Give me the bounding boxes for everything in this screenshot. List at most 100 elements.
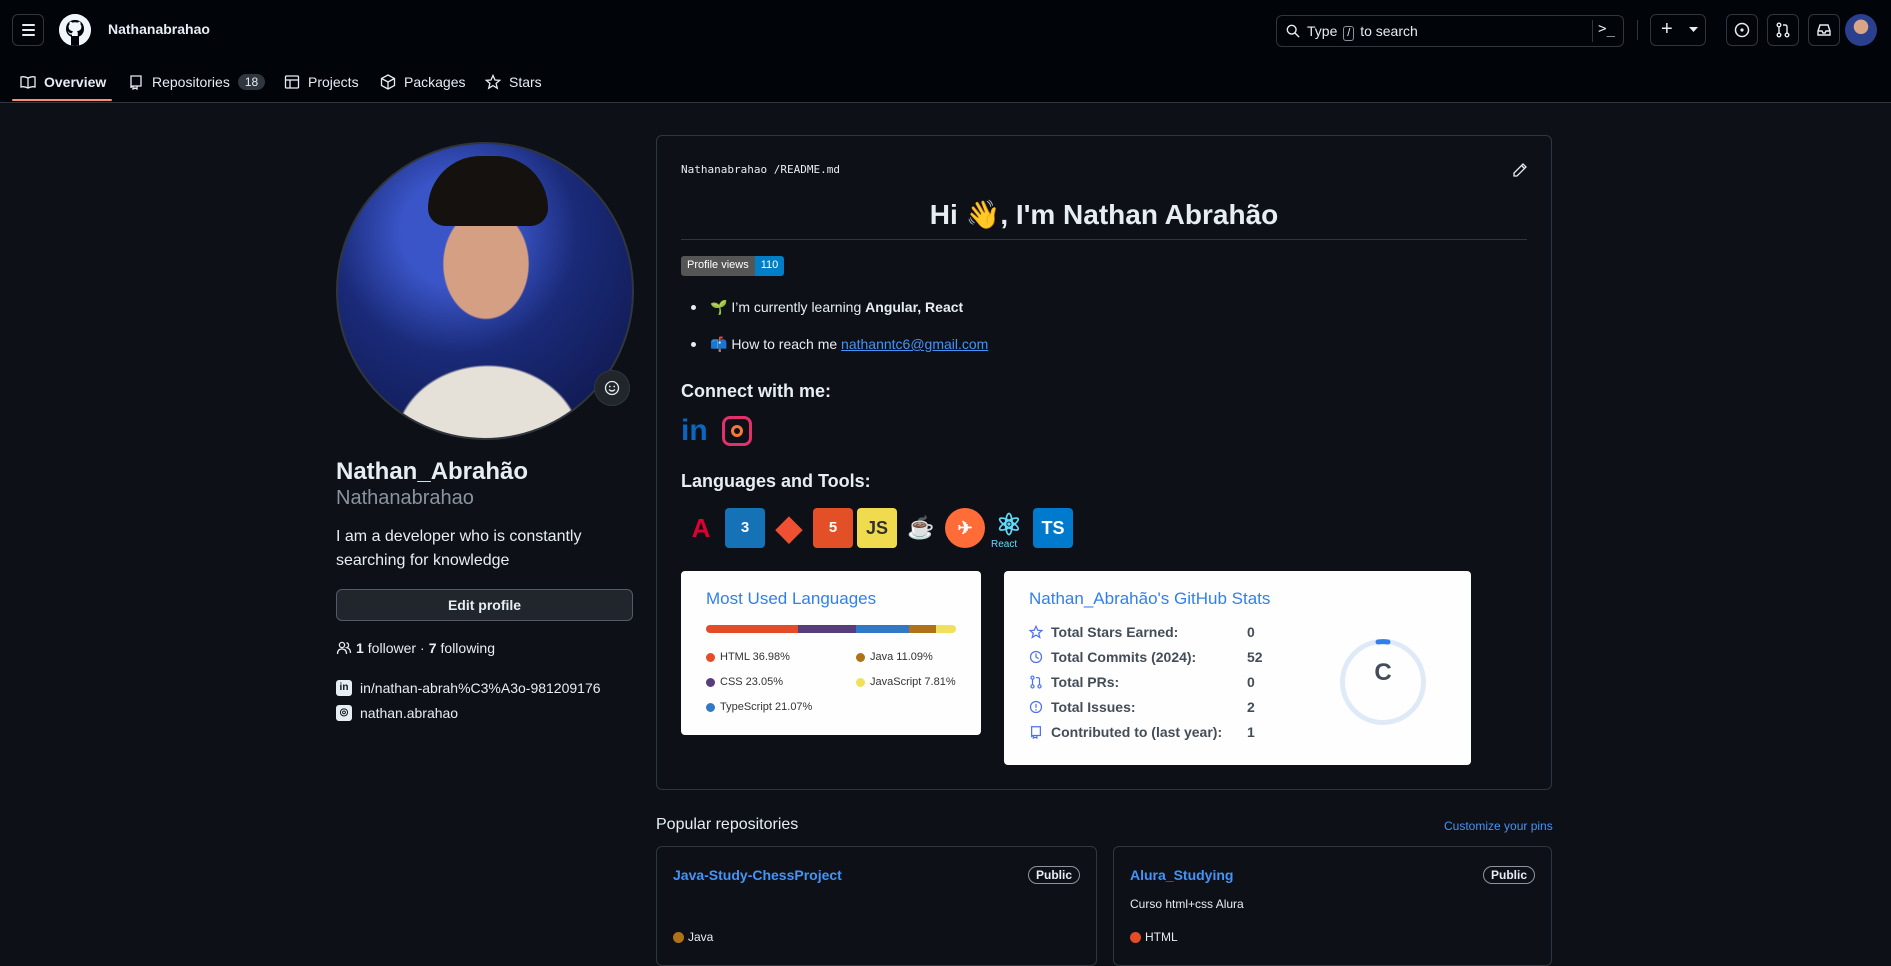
legend-label-html: HTML 36.98% <box>720 651 790 663</box>
stat-value-stars: 0 <box>1247 624 1255 640</box>
readme-path-file[interactable]: README.md <box>780 163 840 176</box>
connect-heading: Connect with me: <box>681 381 832 401</box>
repo-icon <box>130 75 142 90</box>
following-count[interactable]: 7 <box>429 640 437 656</box>
people-icon <box>336 641 352 655</box>
language-bar-segment-html <box>706 625 799 633</box>
issue-opened-icon <box>1734 22 1750 38</box>
star-icon <box>485 74 501 90</box>
followers-label[interactable]: follower <box>368 640 416 656</box>
git-icon[interactable]: ◆ <box>769 508 809 548</box>
history-icon <box>1029 650 1043 664</box>
languages-progress-bar <box>706 625 956 633</box>
active-tab-indicator <box>12 99 112 101</box>
angular-icon[interactable]: A <box>681 508 721 548</box>
linkedin-link-text[interactable]: in/nathan-abrah%C3%A3o-981209176 <box>360 680 601 696</box>
stat-value-contributed: 1 <box>1247 724 1255 740</box>
pull-requests-button[interactable] <box>1767 14 1799 46</box>
stat-label-stars: Total Stars Earned: <box>1051 624 1179 640</box>
star-icon <box>1029 625 1043 639</box>
language-legend-typescript: TypeScript 21.07% <box>706 701 812 713</box>
chevron-down-icon <box>1689 27 1698 32</box>
language-bar-segment-typescript <box>856 625 909 633</box>
set-status-button[interactable] <box>594 370 630 406</box>
postman-icon[interactable]: ✈ <box>945 508 985 548</box>
linkedin-icon: in <box>336 680 352 696</box>
language-bar-segment-javascript <box>936 625 956 633</box>
profile-avatar[interactable] <box>336 142 634 440</box>
search-placeholder-suffix: to search <box>1360 23 1418 39</box>
tab-stars-label: Stars <box>509 74 542 90</box>
stat-row-issues: Total Issues: <box>1029 699 1136 715</box>
search-input[interactable]: Type / to search >_ <box>1276 15 1624 47</box>
language-color-dot <box>673 931 684 943</box>
search-placeholder: Type / to search <box>1307 23 1418 41</box>
search-shortcut-key: / <box>1343 26 1355 41</box>
readme-title: Hi 👋, I'm Nathan Abrahão <box>929 199 1279 230</box>
repo-language-name: HTML <box>1145 930 1178 944</box>
social-link-instagram[interactable]: ◎ nathan.abrahao <box>336 705 458 721</box>
header-separator <box>1637 20 1638 40</box>
command-palette-icon[interactable]: >_ <box>1598 21 1615 37</box>
repo-language: Java <box>673 930 713 944</box>
tab-packages[interactable]: Packages <box>380 70 465 94</box>
customize-pins-link[interactable]: Customize your pins <box>1444 819 1553 833</box>
social-link-linkedin[interactable]: in in/nathan-abrah%C3%A3o-981209176 <box>336 680 601 696</box>
repo-name-link[interactable]: Java-Study-ChessProject <box>673 867 842 883</box>
edit-profile-button[interactable]: Edit profile <box>336 589 633 621</box>
tab-stars[interactable]: Stars <box>485 70 542 94</box>
repositories-count: 18 <box>237 74 266 90</box>
plus-icon: + <box>1661 18 1673 40</box>
linkedin-icon[interactable]: in <box>681 414 715 448</box>
avatar-hair <box>428 156 548 226</box>
profile-bio: I am a developer who is constantly searc… <box>336 528 582 569</box>
legend-dot <box>856 677 865 687</box>
readme-path: Nathanabrahao /README.md <box>681 163 840 176</box>
issues-button[interactable] <box>1726 14 1758 46</box>
learning-value: Angular, React <box>865 299 964 315</box>
profile-readme: Nathanabrahao /README.md Hi 👋, I'm Natha… <box>656 135 1552 790</box>
html5-icon[interactable]: 5 <box>813 508 853 548</box>
java-icon[interactable]: ☕ <box>901 508 941 548</box>
header-username[interactable]: Nathanabrahao <box>108 21 210 37</box>
user-avatar[interactable] <box>1845 14 1877 46</box>
typescript-icon[interactable]: TS <box>1033 508 1073 548</box>
instagram-icon[interactable] <box>722 416 752 446</box>
tab-projects[interactable]: Projects <box>284 70 359 94</box>
follow-separator: · <box>420 640 425 656</box>
repo-icon <box>1031 726 1041 739</box>
stat-value-issues: 2 <box>1247 699 1255 715</box>
followers-count[interactable]: 1 <box>356 640 364 656</box>
readme-title-divider <box>681 239 1527 240</box>
search-divider <box>1592 20 1593 42</box>
email-link[interactable]: nathanntc6@gmail.com <box>841 336 988 352</box>
css3-icon[interactable]: 3 <box>725 508 765 548</box>
javascript-icon[interactable]: JS <box>857 508 897 548</box>
top-languages-title: Most Used Languages <box>706 589 877 608</box>
pencil-icon[interactable] <box>1512 162 1528 178</box>
menu-button[interactable] <box>12 14 44 46</box>
following-label[interactable]: following <box>441 640 495 656</box>
bullet <box>691 342 696 347</box>
inbox-button[interactable] <box>1808 14 1840 46</box>
legend-dot <box>856 652 865 662</box>
github-logo-icon[interactable] <box>59 14 91 46</box>
repo-name-link[interactable]: Alura_Studying <box>1130 867 1233 883</box>
repo-description: Curso html+css Alura <box>1130 897 1244 911</box>
instagram-link-text[interactable]: nathan.abrahao <box>360 705 458 721</box>
stat-value-commits: 52 <box>1247 649 1263 665</box>
bullet <box>691 305 696 310</box>
search-icon <box>1286 24 1300 38</box>
legend-label-java: Java 11.09% <box>870 651 933 663</box>
pull-request-icon <box>1030 675 1042 689</box>
language-color-dot <box>1130 931 1141 943</box>
stat-label-prs: Total PRs: <box>1051 674 1120 690</box>
tools-heading: Languages and Tools: <box>681 471 871 491</box>
legend-dot <box>706 702 715 712</box>
tab-overview[interactable]: Overview <box>20 70 106 94</box>
readme-path-user[interactable]: Nathanabrahao <box>681 163 767 176</box>
create-new-button[interactable]: + <box>1650 14 1706 46</box>
language-legend-javascript: JavaScript 7.81% <box>856 676 956 688</box>
tab-packages-label: Packages <box>404 74 466 90</box>
tab-repositories[interactable]: Repositories 18 <box>128 70 266 94</box>
